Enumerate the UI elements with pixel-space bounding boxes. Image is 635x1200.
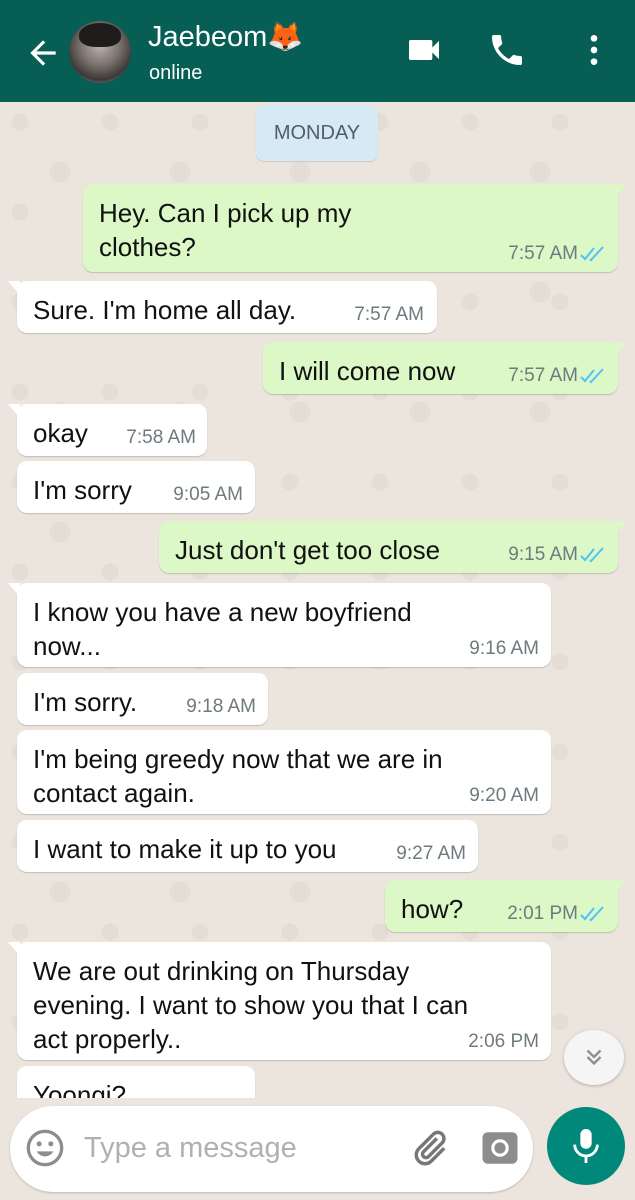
emoji-icon[interactable] bbox=[25, 1128, 65, 1168]
message-time: 9:18 AM bbox=[186, 696, 256, 717]
message-text: Just don't get too close bbox=[175, 535, 441, 565]
message-bubble-incoming[interactable]: Sure. I'm home all day. 7:57 AM bbox=[8, 281, 437, 333]
message-time: 9:16 AM bbox=[469, 638, 539, 659]
read-receipt-icon bbox=[580, 547, 604, 563]
message-text: I'm sorry bbox=[33, 475, 132, 505]
chat-header: Jaebeom🦊 online bbox=[0, 0, 635, 102]
message-bubble-outgoing[interactable]: Just don't get too close 9:15 AM bbox=[159, 521, 627, 573]
message-time: 9:27 AM bbox=[396, 843, 466, 864]
scroll-to-bottom-button[interactable] bbox=[564, 1030, 624, 1085]
video-call-icon[interactable] bbox=[404, 30, 444, 70]
message-text: how? bbox=[401, 894, 464, 924]
attach-icon[interactable] bbox=[408, 1127, 450, 1169]
message-bubble-outgoing[interactable]: how? 2:01 PM bbox=[385, 880, 627, 932]
message-time: 7:57 AM bbox=[508, 243, 578, 264]
camera-icon[interactable] bbox=[479, 1127, 521, 1169]
back-arrow-icon[interactable] bbox=[24, 34, 62, 72]
contact-status: online bbox=[149, 62, 203, 84]
message-text: I'm sorry. bbox=[33, 687, 138, 717]
message-bubble-incoming[interactable]: I'm sorry. 9:18 AM bbox=[17, 673, 268, 725]
message-text: I want to make it up to you bbox=[33, 834, 337, 864]
mic-icon bbox=[573, 1129, 599, 1163]
day-separator: MONDAY bbox=[256, 105, 378, 161]
message-bubble-outgoing[interactable]: I will come now 7:57 AM bbox=[263, 342, 627, 394]
contact-name[interactable]: Jaebeom🦊 bbox=[148, 20, 303, 54]
message-bubble-incoming[interactable]: okay 7:58 AM bbox=[8, 404, 207, 456]
message-time: 7:57 AM bbox=[508, 365, 578, 386]
read-receipt-icon bbox=[580, 906, 604, 922]
message-time: 7:57 AM bbox=[354, 304, 424, 325]
message-text: Hey. Can I pick up my clothes? bbox=[99, 198, 352, 262]
message-text: I'm being greedy now that we are in cont… bbox=[33, 744, 443, 808]
message-time: 9:05 AM bbox=[173, 484, 243, 505]
message-bubble-incoming[interactable]: We are out drinking on Thursday evening.… bbox=[8, 942, 551, 1060]
message-bubble-incoming[interactable]: I'm sorry 9:05 AM bbox=[17, 461, 255, 513]
message-composer: Type a message bbox=[10, 1106, 533, 1192]
message-bubble-incoming[interactable]: I'm being greedy now that we are in cont… bbox=[17, 730, 551, 814]
message-text: Sure. I'm home all day. bbox=[33, 295, 297, 325]
message-input[interactable]: Type a message bbox=[84, 1132, 297, 1165]
voice-message-button[interactable] bbox=[547, 1107, 625, 1185]
message-bubble-outgoing[interactable]: Hey. Can I pick up my clothes? 7:57 AM bbox=[83, 184, 627, 272]
message-time: 7:58 AM bbox=[126, 427, 196, 448]
message-time: 2:06 PM bbox=[468, 1031, 539, 1052]
more-vert-icon[interactable] bbox=[574, 30, 614, 70]
message-text: I will come now bbox=[279, 356, 456, 386]
message-time: 9:20 AM bbox=[469, 785, 539, 806]
phone-icon[interactable] bbox=[487, 30, 527, 70]
message-time: 2:01 PM bbox=[507, 903, 578, 924]
message-bubble-incoming[interactable]: I know you have a new boyfriend now... 9… bbox=[8, 583, 551, 667]
read-receipt-icon bbox=[580, 368, 604, 384]
message-text: okay bbox=[33, 418, 88, 448]
message-text: We are out drinking on Thursday evening.… bbox=[33, 956, 469, 1054]
chevron-double-down-icon bbox=[586, 1049, 602, 1066]
message-text: I know you have a new boyfriend now... bbox=[33, 597, 412, 661]
contact-avatar[interactable] bbox=[69, 21, 131, 83]
message-time: 9:15 AM bbox=[508, 544, 578, 565]
read-receipt-icon bbox=[580, 246, 604, 262]
message-bubble-incoming[interactable]: I want to make it up to you 9:27 AM bbox=[17, 820, 478, 872]
